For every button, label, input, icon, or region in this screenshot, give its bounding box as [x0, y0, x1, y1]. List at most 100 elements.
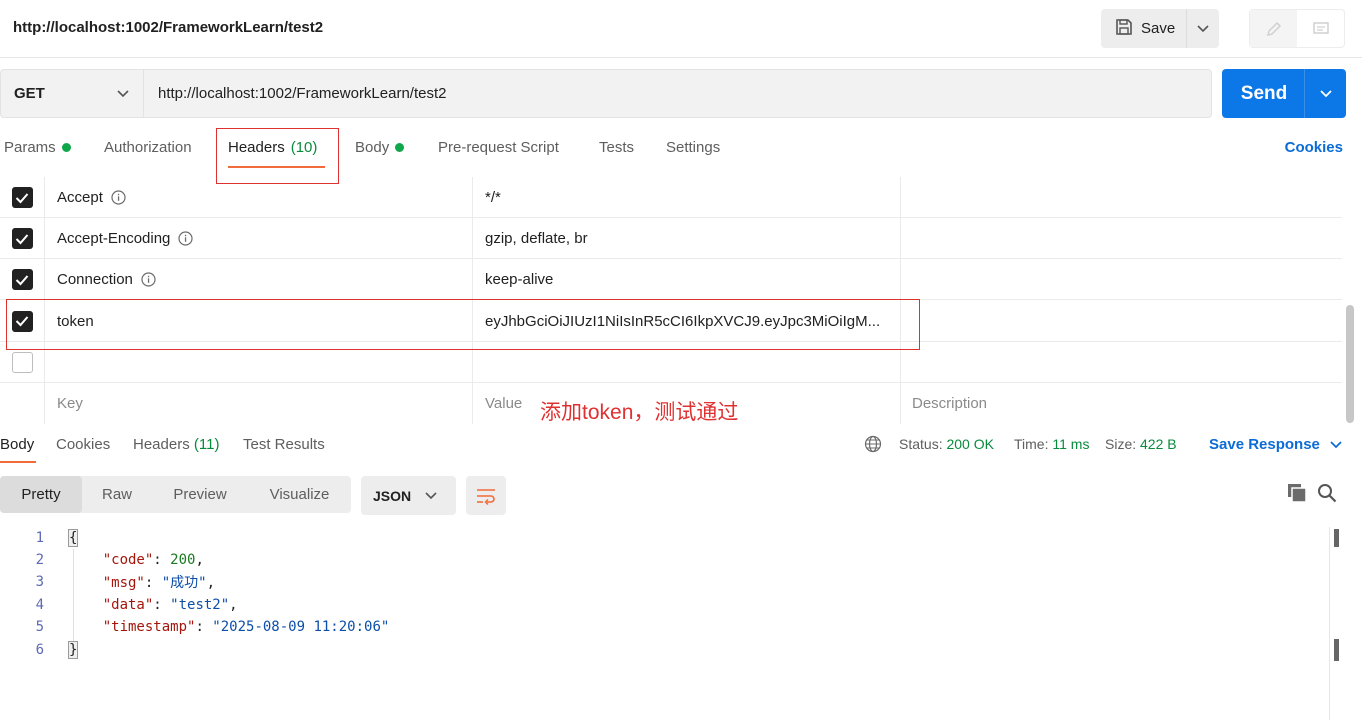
info-icon [141, 272, 156, 287]
resp-tab-body[interactable]: Body [0, 436, 34, 453]
view-preview[interactable]: Preview [152, 476, 248, 513]
resp-tab-test-results[interactable]: Test Results [243, 436, 325, 453]
json-comma: , [229, 597, 238, 613]
size-meta[interactable]: Size: 422 B [1105, 436, 1177, 452]
header-key: Connection [57, 271, 133, 288]
cookies-link[interactable]: Cookies [1285, 139, 1343, 156]
header-description-cell[interactable] [901, 259, 1342, 300]
row-checkbox-cell [0, 218, 45, 259]
view-raw[interactable]: Raw [82, 476, 152, 513]
header-value-cell[interactable]: gzip, deflate, br [473, 218, 901, 259]
json-key: "msg" [102, 575, 145, 591]
scrollbar-thumb[interactable] [1346, 305, 1354, 423]
tab-body[interactable]: Body [355, 139, 405, 156]
url-input[interactable]: http://localhost:1002/FrameworkLearn/tes… [143, 69, 1212, 118]
status-meta[interactable]: Status: 200 OK [899, 436, 994, 452]
params-dot-icon [61, 143, 71, 152]
header-key-cell[interactable]: Accept-Encoding [45, 218, 473, 259]
resp-tab-headers[interactable]: Headers (11) [133, 436, 219, 453]
header-key-cell[interactable]: Connection [45, 259, 473, 300]
new-key-input[interactable]: Key [45, 383, 473, 424]
body-dot-icon [395, 143, 405, 152]
save-options-button[interactable] [1187, 9, 1219, 48]
tab-authorization[interactable]: Authorization [104, 139, 192, 156]
row-checkbox[interactable] [11, 269, 33, 290]
header-value-cell[interactable]: keep-alive [473, 259, 901, 300]
header-description-cell[interactable] [901, 177, 1342, 218]
resp-tab-cookies[interactable]: Cookies [56, 436, 110, 453]
code-scrollbar[interactable] [1329, 527, 1339, 720]
size-value: 422 B [1140, 436, 1177, 452]
send-options-button[interactable] [1305, 69, 1346, 118]
tab-settings-label: Settings [666, 139, 721, 156]
copy-icon[interactable] [1287, 483, 1307, 503]
row-checkbox[interactable] [11, 228, 33, 249]
search-icon[interactable] [1317, 483, 1337, 503]
table-row: Accept */* [0, 177, 1342, 218]
time-meta[interactable]: Time: 11 ms [1014, 436, 1089, 452]
method-value: GET [14, 85, 45, 102]
json-colon: : [153, 597, 171, 613]
header-description-cell[interactable] [901, 342, 1342, 383]
scroll-marker [1334, 529, 1339, 547]
edit-button[interactable] [1250, 10, 1297, 47]
format-select[interactable]: JSON [361, 476, 456, 515]
time-label: Time: [1014, 436, 1049, 452]
size-label: Size: [1105, 436, 1137, 452]
save-response-label: Save Response [1209, 436, 1320, 453]
json-string: "2025-08-09 11:20:06" [212, 619, 390, 635]
chevron-down-icon [1319, 89, 1332, 97]
header-key-cell[interactable]: Accept [45, 177, 473, 218]
view-pretty[interactable]: Pretty [0, 476, 82, 513]
code-line: 4 "data": "test2", [0, 594, 1330, 616]
wrap-lines-button[interactable] [466, 476, 506, 515]
table-row: Connection keep-alive [0, 259, 1342, 300]
save-response-button[interactable]: Save Response [1209, 436, 1342, 453]
json-key: "timestamp" [102, 619, 196, 635]
comments-button[interactable] [1297, 10, 1344, 47]
tab-params[interactable]: Params [4, 139, 71, 156]
chevron-down-icon [117, 89, 129, 97]
row-checkbox-cell [0, 383, 45, 424]
method-select[interactable]: GET [0, 69, 143, 118]
save-button-group: Save [1101, 9, 1219, 48]
tab-prerequest-script[interactable]: Pre-request Script [438, 139, 559, 156]
globe-icon[interactable] [864, 435, 882, 453]
comment-icon [1312, 21, 1329, 34]
json-key: "code" [102, 552, 154, 568]
json-number: 200 [170, 552, 196, 568]
pencil-icon [1266, 21, 1281, 36]
send-button[interactable]: Send [1222, 69, 1305, 118]
line-number: 5 [35, 619, 44, 635]
request-title[interactable]: http://localhost:1002/FrameworkLearn/tes… [13, 19, 323, 36]
description-placeholder: Description [912, 395, 988, 412]
header-key: Accept [57, 189, 103, 206]
response-tabs: Body Cookies Headers (11) Test Results S… [0, 430, 1362, 464]
json-colon: : [195, 619, 213, 635]
chevron-down-icon [425, 491, 437, 499]
code-text: "timestamp": "2025-08-09 11:20:06" [69, 619, 390, 635]
row-checkbox[interactable] [11, 187, 33, 208]
tab-tests[interactable]: Tests [599, 139, 634, 156]
header-value-cell[interactable]: */* [473, 177, 901, 218]
save-button[interactable]: Save [1101, 9, 1187, 48]
line-number: 3 [35, 574, 44, 590]
tab-settings[interactable]: Settings [666, 139, 720, 156]
code-text: "code": 200, [69, 552, 204, 568]
header-description-cell[interactable] [901, 300, 1342, 342]
chevron-down-icon [1197, 24, 1209, 32]
row-checkbox[interactable] [11, 352, 33, 373]
side-tools [1249, 9, 1345, 48]
value-placeholder: Value [485, 395, 523, 412]
headers-scrollbar[interactable] [1346, 175, 1354, 423]
code-line: 5 "timestamp": "2025-08-09 11:20:06" [0, 616, 1330, 638]
header-description-cell[interactable] [901, 218, 1342, 259]
status-value: 200 OK [946, 436, 994, 452]
status-label: Status: [899, 436, 943, 452]
open-brace: { [67, 529, 79, 547]
json-comma: , [206, 575, 216, 591]
annotation-text: 添加token，测试通过 [540, 401, 739, 424]
line-number: 1 [35, 530, 44, 546]
new-description-input[interactable]: Description [901, 383, 1342, 424]
view-visualize[interactable]: Visualize [248, 476, 351, 513]
